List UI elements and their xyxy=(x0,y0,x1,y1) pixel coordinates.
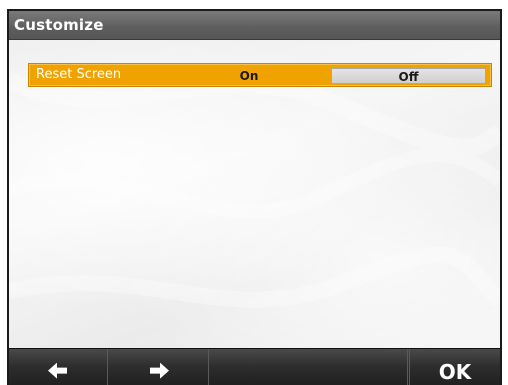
previous-button[interactable] xyxy=(9,349,108,385)
arrow-right-icon xyxy=(149,362,169,379)
customize-screen: Customize Reset Screen On Off OK xyxy=(7,9,502,385)
screen-title: Customize xyxy=(14,16,104,34)
next-button[interactable] xyxy=(109,349,209,385)
setting-label: Reset Screen xyxy=(36,67,122,82)
ok-button[interactable]: OK xyxy=(409,349,500,385)
option-off[interactable]: Off xyxy=(331,68,486,84)
arrow-left-icon xyxy=(48,362,67,379)
title-bar: Customize xyxy=(9,11,500,40)
setting-row-reset-screen[interactable]: Reset Screen On Off xyxy=(28,63,492,87)
bottom-toolbar: OK xyxy=(9,348,500,385)
ok-label: OK xyxy=(438,360,472,384)
background-wave-pattern xyxy=(9,72,500,308)
blank-softkey xyxy=(210,349,408,385)
option-on[interactable]: On xyxy=(169,68,329,84)
